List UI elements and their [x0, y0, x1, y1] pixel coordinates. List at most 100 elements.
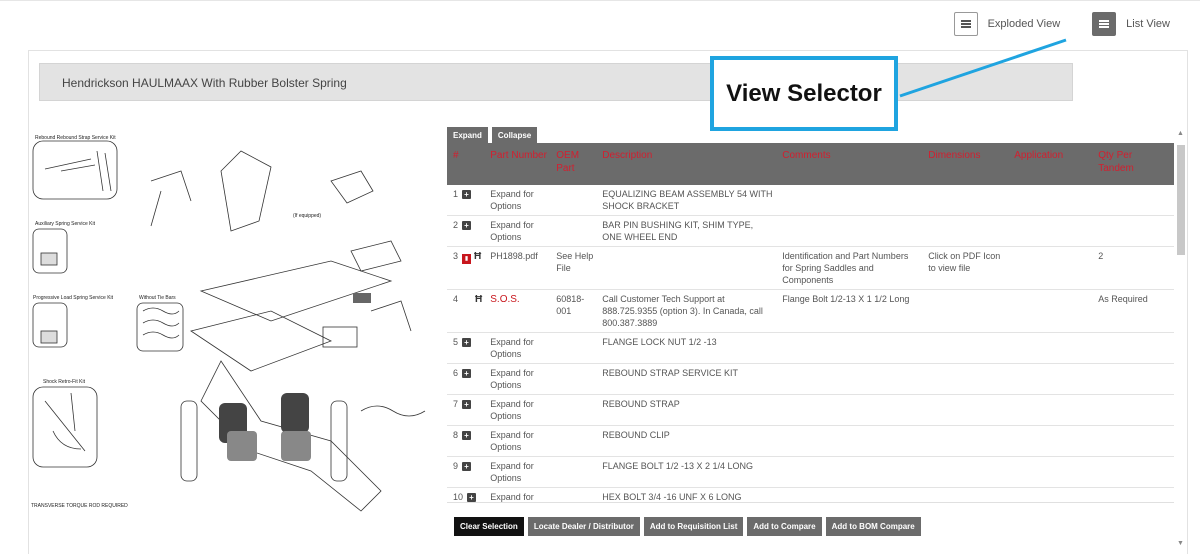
row-qty: [1094, 332, 1174, 364]
col-application[interactable]: Application: [1010, 143, 1095, 185]
row-dimensions: [924, 394, 1011, 426]
row-oem-part: [552, 394, 599, 426]
diagram-label-shock: Shock Retro-Fit Kit: [43, 379, 86, 385]
row-number: 2 +: [447, 215, 487, 247]
locate-dealer-button[interactable]: Locate Dealer / Distributor: [527, 517, 640, 536]
row-dimensions: [924, 215, 1011, 247]
row-dimensions: [924, 363, 1011, 395]
plus-square-icon[interactable]: +: [462, 431, 472, 440]
row-number: 6 +: [447, 363, 487, 395]
row-part-number[interactable]: S.O.S.: [486, 289, 553, 333]
list-view-label: List View: [1126, 18, 1170, 30]
row-qty: [1094, 363, 1174, 395]
col-description[interactable]: Description: [598, 143, 779, 185]
row-description: Call Customer Tech Support at 888.725.93…: [598, 289, 779, 333]
row-description: REBOUND STRAP: [598, 394, 779, 426]
exploded-view-button[interactable]: Exploded View: [953, 12, 1061, 36]
row-oem-part: See Help File: [552, 246, 599, 290]
plus-square-icon[interactable]: +: [462, 369, 472, 378]
table-row[interactable]: 1 + Expand for Options EQUALIZING BEAM ASSE…: [447, 185, 1174, 216]
view-selector-callout: View Selector: [710, 56, 898, 131]
row-comments: [778, 425, 925, 457]
row-part-number: Expand for Options: [486, 394, 553, 426]
col-qty[interactable]: Qty Per Tandem: [1094, 143, 1174, 185]
exploded-diagram[interactable]: Rebound Rebound Strap Service Kit Auxili…: [31, 131, 441, 521]
page-title: Hendrickson HAULMAAX With Rubber Bolster…: [39, 63, 1073, 101]
row-oem-part: [552, 185, 599, 216]
row-dimensions: [924, 456, 1011, 488]
diagram-label-torque-rod: TRANSVERSE TORQUE ROD REQUIRED: [31, 503, 128, 509]
table-row[interactable]: 4 Ħ S.O.S. 60818-001 Call Customer Tech Supp…: [447, 289, 1174, 333]
row-comments: [778, 363, 925, 395]
row-oem-part: 60818-001: [552, 289, 599, 333]
row-qty: [1094, 456, 1174, 488]
plus-square-icon[interactable]: +: [462, 400, 472, 409]
col-hash: #: [447, 143, 487, 185]
add-bom-compare-button[interactable]: Add to BOM Compare: [825, 517, 921, 536]
row-oem-part: [552, 332, 599, 364]
table-row[interactable]: 10+Expand for Options HEX BOLT 3/4 -16 UN…: [447, 487, 1174, 502]
table-row[interactable]: 2 + Expand for Options BAR PIN BUSHING KIT,…: [447, 215, 1174, 247]
diagram-label-progressive: Progressive Load Spring Service Kit: [33, 295, 114, 301]
list-view-button[interactable]: List View: [1092, 12, 1170, 36]
add-compare-button[interactable]: Add to Compare: [747, 517, 822, 536]
col-dimensions[interactable]: Dimensions: [924, 143, 1011, 185]
list-icon: [1092, 12, 1117, 36]
action-toolbar: Clear Selection Locate Dealer / Distribu…: [454, 517, 921, 536]
exploded-view-label: Exploded View: [987, 18, 1061, 30]
parts-table-container: # Part Number OEM Part Description Comme…: [447, 143, 1174, 503]
row-description: HEX BOLT 3/4 -16 UNF X 6 LONG: [598, 487, 779, 502]
row-dimensions: [924, 332, 1011, 364]
scroll-up-icon[interactable]: ▲: [1177, 130, 1184, 137]
row-application: [1010, 215, 1095, 247]
row-description: REBOUND STRAP SERVICE KIT: [598, 363, 779, 395]
row-description: [598, 246, 779, 290]
row-dimensions: [924, 425, 1011, 457]
table-row[interactable]: 7 + Expand for Options REBOUND STRAP: [447, 394, 1174, 426]
row-comments: [778, 185, 925, 216]
plus-square-icon[interactable]: +: [462, 221, 472, 230]
col-oem-part[interactable]: OEM Part: [552, 143, 599, 185]
row-part-number: Expand for Options: [486, 185, 553, 216]
row-number: 1 +: [447, 185, 487, 216]
table-row[interactable]: 9 + Expand for Options FLANGE BOLT 1/2 -13 …: [447, 456, 1174, 488]
table-scrollbar[interactable]: ▲ ▼: [1175, 127, 1187, 547]
row-part-number: Expand for Options: [486, 425, 553, 457]
row-comments: [778, 456, 925, 488]
plus-square-icon[interactable]: +: [462, 462, 472, 471]
row-comments: [778, 487, 925, 502]
row-description: BAR PIN BUSHING KIT, SHIM TYPE, ONE WHEE…: [598, 215, 779, 247]
col-comments[interactable]: Comments: [778, 143, 925, 185]
row-comments: [778, 332, 925, 364]
expand-button[interactable]: Expand: [447, 127, 488, 144]
row-description: FLANGE BOLT 1/2 -13 X 2 1/4 LONG: [598, 456, 779, 488]
row-number: 4Ħ: [447, 289, 487, 333]
row-application: [1010, 246, 1095, 290]
table-controls: Expand Collapse: [447, 127, 538, 144]
plus-square-icon[interactable]: +: [467, 493, 477, 502]
h-logo-icon: Ħ: [475, 294, 483, 305]
scroll-down-icon[interactable]: ▼: [1177, 540, 1184, 547]
table-row[interactable]: 3 ▮ Ħ PH1898.pdf See Help File Identification…: [447, 246, 1174, 290]
table-row[interactable]: 6 + Expand for Options REBOUND STRAP SERVIC…: [447, 363, 1174, 395]
row-oem-part: [552, 487, 599, 502]
clear-selection-button[interactable]: Clear Selection: [454, 517, 524, 536]
plus-square-icon[interactable]: +: [462, 338, 472, 347]
pdf-icon[interactable]: ▮: [462, 254, 472, 264]
row-qty: As Required: [1094, 289, 1174, 333]
col-part-number[interactable]: Part Number: [486, 143, 553, 185]
row-oem-part: [552, 363, 599, 395]
row-comments: [778, 215, 925, 247]
diagram-label-without-tie: Without Tie Bars: [139, 295, 176, 301]
row-part-number[interactable]: PH1898.pdf: [486, 246, 553, 290]
row-application: [1010, 185, 1095, 216]
collapse-button[interactable]: Collapse: [491, 127, 538, 144]
plus-square-icon[interactable]: +: [462, 190, 472, 199]
row-dimensions: Click on PDF Icon to view file: [924, 246, 1011, 290]
add-requisition-button[interactable]: Add to Requisition List: [643, 517, 744, 536]
table-row[interactable]: 5 + Expand for Options FLANGE LOCK NUT 1/2 …: [447, 332, 1174, 364]
scroll-thumb[interactable]: [1177, 145, 1185, 255]
row-number: 7 +: [447, 394, 487, 426]
table-row[interactable]: 8 + Expand for Options REBOUND CLIP: [447, 425, 1174, 457]
h-logo-icon: Ħ: [474, 251, 482, 262]
